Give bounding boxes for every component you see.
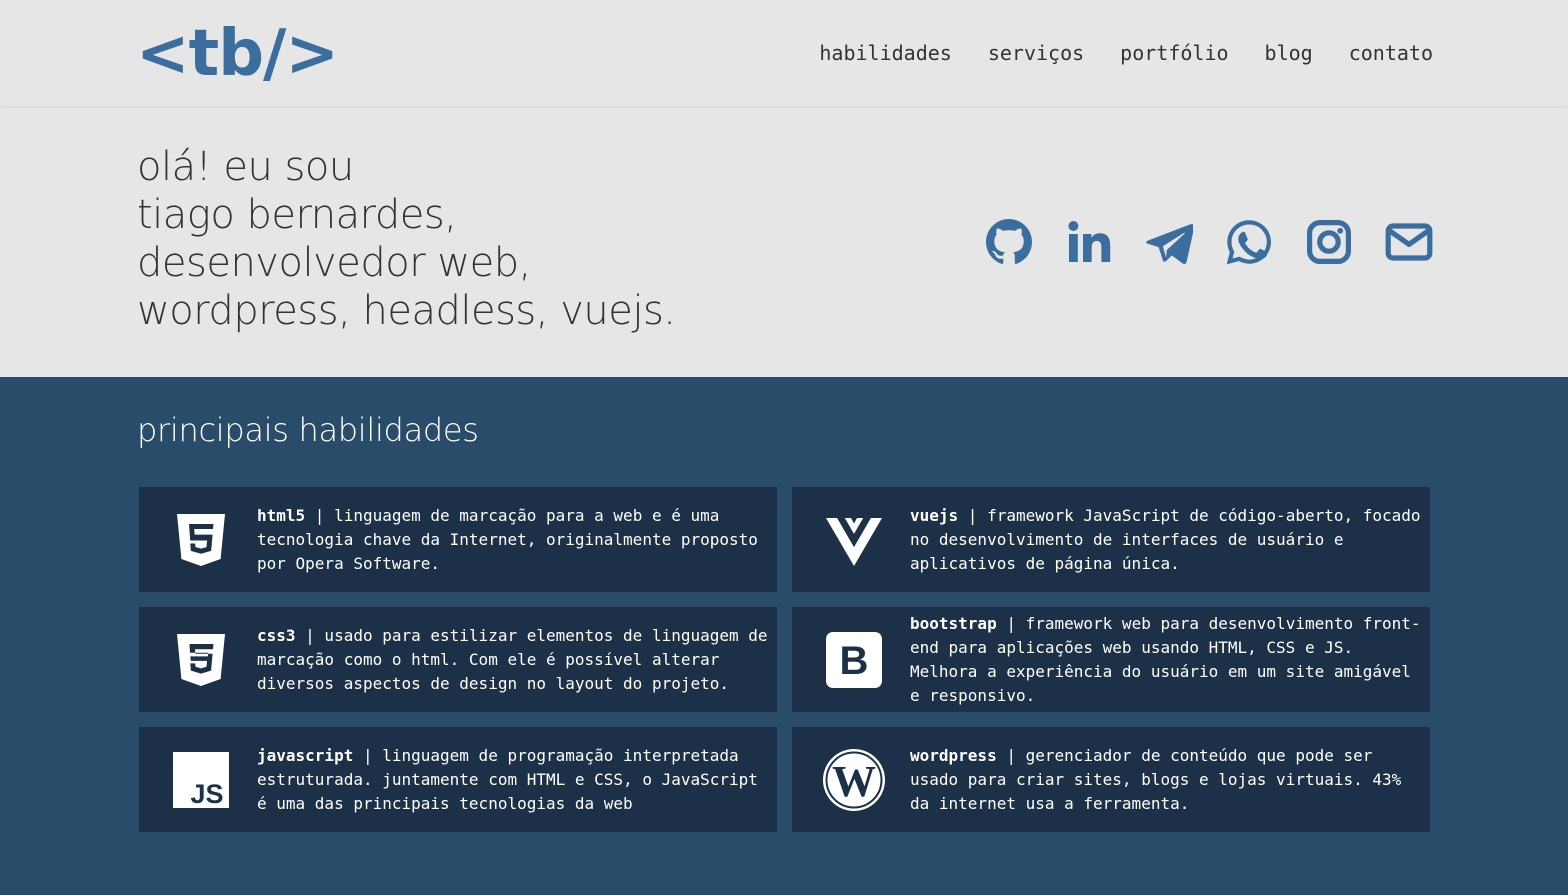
- vuejs-icon: [826, 512, 882, 568]
- skill-card-css3: css3 | usado para estilizar elementos de…: [139, 607, 777, 712]
- skill-description: html5 | linguagem de marcação para a web…: [257, 487, 769, 592]
- skill-text: | linguagem de marcação para a web e é u…: [257, 505, 758, 573]
- nav-link-portfolio[interactable]: portfólio: [1120, 38, 1228, 68]
- css3-icon: [173, 632, 229, 688]
- hero-line: wordpress, headless, vuejs.: [137, 288, 676, 334]
- skill-card-vuejs: vuejs | framework JavaScript de código-a…: [792, 487, 1430, 592]
- skill-description: wordpress | gerenciador de conteúdo que …: [910, 727, 1422, 832]
- nav-link-contato[interactable]: contato: [1349, 38, 1433, 68]
- bootstrap-icon: B: [826, 632, 882, 688]
- skill-card-javascript: JS javascript | linguagem de programação…: [139, 727, 777, 832]
- skill-name: vuejs: [910, 505, 959, 525]
- skill-description: css3 | usado para estilizar elementos de…: [257, 607, 769, 712]
- hero-heading: olá! eu sou tiago bernardes, desenvolved…: [137, 143, 676, 335]
- envelope-icon[interactable]: [1385, 218, 1433, 266]
- svg-text:W: W: [832, 757, 876, 806]
- hero-line: olá! eu sou: [137, 144, 354, 190]
- site-logo[interactable]: <tb/>: [136, 14, 339, 94]
- skill-description: vuejs | framework JavaScript de código-a…: [910, 487, 1422, 592]
- telegram-icon[interactable]: [1145, 218, 1193, 266]
- linkedin-icon[interactable]: [1065, 218, 1113, 266]
- skill-name: css3: [257, 625, 296, 645]
- nav-link-servicos[interactable]: serviços: [988, 38, 1084, 68]
- skill-name: html5: [257, 505, 306, 525]
- hero-line: tiago bernardes,: [137, 192, 457, 238]
- skill-card-bootstrap: B bootstrap | framework web para desenvo…: [792, 607, 1430, 712]
- github-icon[interactable]: [985, 218, 1033, 266]
- social-links: [985, 218, 1433, 266]
- skills-section: principais habilidades html5 | linguagem…: [0, 377, 1568, 895]
- skill-text: | usado para estilizar elementos de ling…: [257, 625, 768, 693]
- skill-card-html5: html5 | linguagem de marcação para a web…: [139, 487, 777, 592]
- svg-text:JS: JS: [190, 779, 223, 808]
- hero-line: desenvolvedor web,: [137, 240, 531, 286]
- javascript-icon: JS: [173, 752, 229, 808]
- instagram-icon[interactable]: [1305, 218, 1353, 266]
- nav-link-habilidades[interactable]: habilidades: [819, 38, 951, 68]
- skill-name: bootstrap: [910, 613, 997, 633]
- whatsapp-icon[interactable]: [1225, 218, 1273, 266]
- skill-name: wordpress: [910, 745, 997, 765]
- hero-section: olá! eu sou tiago bernardes, desenvolved…: [0, 106, 1568, 377]
- wordpress-icon: W: [822, 748, 886, 812]
- skill-card-wordpress: W wordpress | gerenciador de conteúdo qu…: [792, 727, 1430, 832]
- skill-name: javascript: [257, 745, 354, 765]
- skill-description: bootstrap | framework web para desenvolv…: [910, 607, 1422, 712]
- html5-icon: [173, 512, 229, 568]
- site-header: <tb/> habilidades serviços portfólio blo…: [0, 0, 1568, 106]
- nav-link-blog[interactable]: blog: [1265, 38, 1313, 68]
- skill-text: | framework JavaScript de código-aberto,…: [910, 505, 1421, 573]
- skills-title: principais habilidades: [137, 411, 479, 449]
- svg-text:B: B: [840, 639, 869, 683]
- skill-description: javascript | linguagem de programação in…: [257, 727, 769, 832]
- main-nav: habilidades serviços portfólio blog cont…: [819, 38, 1433, 68]
